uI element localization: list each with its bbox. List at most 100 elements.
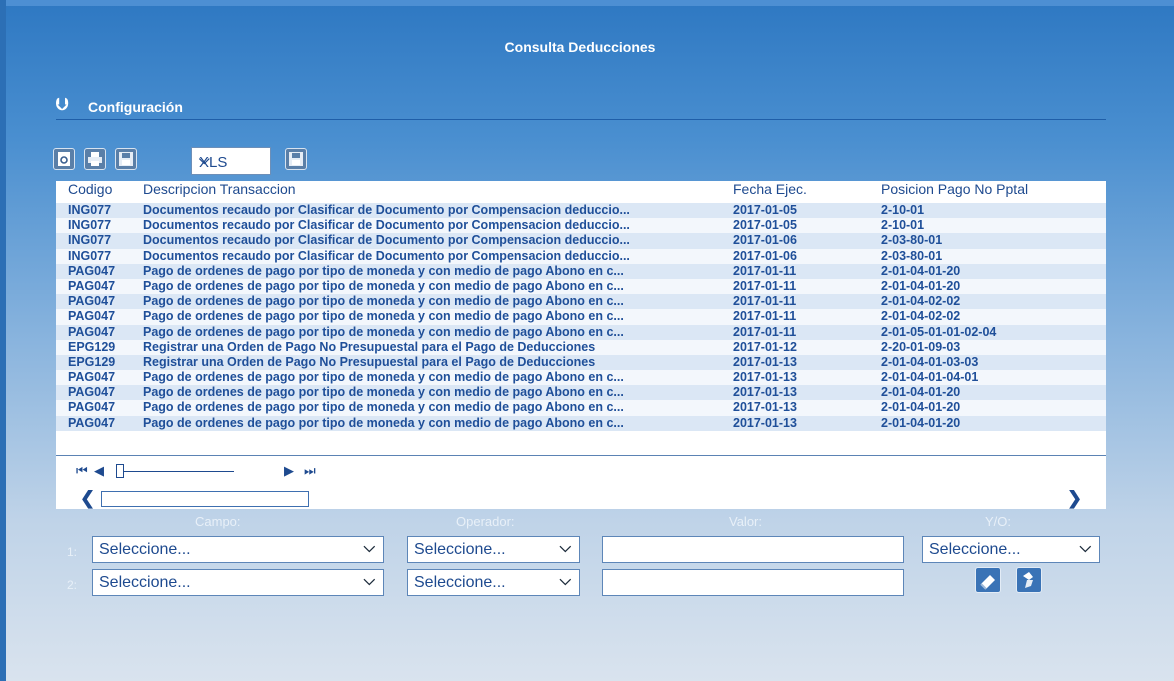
filter-1-valor-input[interactable]	[602, 536, 904, 563]
cell-posicion: 2-01-04-01-20	[881, 263, 961, 278]
first-page-icon[interactable]: ⏮	[76, 463, 88, 479]
cell-codigo: ING077	[68, 233, 112, 248]
scrollbar-thumb[interactable]	[101, 491, 309, 507]
page-slider-thumb[interactable]	[116, 464, 124, 478]
cell-descripcion: Pago de ordenes de pago por tipo de mone…	[143, 400, 624, 415]
cell-codigo: EPG129	[68, 339, 116, 354]
table-row[interactable]: ING077 Documentos recaudo por Clasificar …	[56, 218, 1106, 234]
cell-fecha: 2017-01-05	[733, 203, 797, 217]
clear-filter-button[interactable]	[975, 567, 1001, 593]
scroll-left-icon[interactable]: ❮	[80, 488, 95, 509]
cell-codigo: PAG047	[68, 263, 116, 278]
horizontal-scrollbar[interactable]: ❮ ❯	[56, 488, 1106, 509]
table-row[interactable]: EPG129 Registrar una Orden de Pago No Pre…	[56, 339, 1106, 355]
filter-1-campo-select[interactable]: Seleccione... ⌵	[92, 536, 384, 563]
cell-fecha: 2017-01-11	[733, 263, 797, 278]
cell-posicion: 2-10-01	[881, 203, 925, 217]
save-icon	[119, 152, 133, 166]
window-top-border	[0, 0, 1174, 6]
table-row[interactable]: PAG047 Pago de ordenes de pago por tipo d…	[56, 370, 1106, 386]
table-row[interactable]: PAG047 Pago de ordenes de pago por tipo d…	[56, 415, 1106, 431]
cell-fecha: 2017-01-11	[733, 324, 797, 339]
cell-fecha: 2017-01-13	[733, 400, 797, 415]
clear-icon	[980, 575, 995, 590]
cell-posicion: 2-03-80-01	[881, 233, 943, 248]
cell-codigo: ING077	[68, 248, 112, 263]
print-button[interactable]	[84, 148, 106, 170]
table-row[interactable]: PAG047 Pago de ordenes de pago por tipo d…	[56, 385, 1106, 401]
cell-fecha: 2017-01-13	[733, 354, 797, 369]
refresh-icon	[58, 152, 70, 166]
scroll-right-icon[interactable]: ❯	[1067, 488, 1082, 509]
table-row[interactable]: PAG047 Pago de ordenes de pago por tipo d…	[56, 278, 1106, 295]
chevron-down-icon: ⌵	[199, 151, 210, 167]
next-page-icon[interactable]: ▶	[284, 463, 294, 479]
table-row[interactable]: EPG129 Registrar una Orden de Pago No Pre…	[56, 354, 1106, 371]
cell-fecha: 2017-01-06	[733, 233, 797, 248]
cell-fecha: 2017-01-06	[733, 248, 797, 263]
table-row[interactable]: PAG047 Pago de ordenes de pago por tipo d…	[56, 400, 1106, 416]
chevron-down-icon: ⌵	[559, 572, 571, 589]
cell-descripcion: Registrar una Orden de Pago No Presupues…	[143, 354, 596, 369]
filter-header-campo: Campo:	[195, 514, 241, 529]
table-row[interactable]: PAG047 Pago de ordenes de pago por tipo d…	[56, 294, 1106, 310]
filter-2-operador-select[interactable]: Seleccione... ⌵	[407, 569, 580, 596]
table-row[interactable]: PAG047 Pago de ordenes de pago por tipo d…	[56, 324, 1106, 340]
double-chevron-down-icon[interactable]: ⮋	[56, 95, 69, 115]
filter-2-valor-input[interactable]	[602, 569, 904, 596]
cell-descripcion: Documentos recaudo por Clasificar de Doc…	[143, 248, 630, 263]
select-value: Seleccione...	[414, 574, 506, 591]
configuration-label: Configuración	[88, 99, 183, 115]
column-header-descripcion[interactable]: Descripcion Transaccion	[143, 181, 733, 197]
export-button[interactable]	[285, 148, 307, 170]
cell-codigo: PAG047	[68, 278, 116, 293]
save-button[interactable]	[115, 148, 137, 170]
table-row[interactable]: ING077 Documentos recaudo por Clasificar …	[56, 248, 1106, 264]
last-page-icon[interactable]: ⏭	[304, 463, 316, 479]
table-row[interactable]: ING077 Documentos recaudo por Clasificar …	[56, 233, 1106, 249]
table-row[interactable]: PAG047 Pago de ordenes de pago por tipo d…	[56, 263, 1106, 279]
cell-posicion: 2-01-04-01-20	[881, 415, 961, 430]
refresh-button[interactable]	[53, 148, 75, 170]
configuration-section-header[interactable]: ⮋ Configuración	[56, 95, 1106, 120]
cell-descripcion: Documentos recaudo por Clasificar de Doc…	[143, 233, 630, 248]
cell-fecha: 2017-01-13	[733, 385, 797, 400]
filter-header-operador: Operador:	[456, 514, 515, 529]
filter-1-operador-select[interactable]: Seleccione... ⌵	[407, 536, 580, 563]
cell-posicion: 2-01-04-01-20	[881, 385, 961, 400]
results-grid: Codigo Descripcion Transaccion Fecha Eje…	[56, 181, 1106, 490]
select-value: Seleccione...	[414, 541, 506, 558]
print-icon	[88, 152, 102, 166]
grid-header: Codigo Descripcion Transaccion Fecha Eje…	[56, 181, 1106, 201]
table-row[interactable]: PAG047 Pago de ordenes de pago por tipo d…	[56, 309, 1106, 325]
filter-header-valor: Valor:	[729, 514, 762, 529]
filter-2-campo-select[interactable]: Seleccione... ⌵	[92, 569, 384, 596]
cell-codigo: EPG129	[68, 354, 116, 369]
page-slider-track[interactable]	[116, 471, 234, 472]
cell-posicion: 2-10-01	[881, 218, 925, 233]
table-row[interactable]: ING077 Documentos recaudo por Clasificar …	[56, 203, 1106, 219]
grid-pager: ⏮ ◀ ▶ ⏭	[76, 463, 336, 479]
column-header-fecha[interactable]: Fecha Ejec.	[733, 181, 873, 197]
cell-codigo: PAG047	[68, 400, 116, 415]
cell-posicion: 2-01-04-02-02	[881, 309, 961, 324]
cell-fecha: 2017-01-12	[733, 339, 797, 354]
column-header-posicion[interactable]: Posicion Pago No Pptal	[881, 181, 1106, 197]
export-icon	[289, 152, 303, 166]
cell-posicion: 2-01-04-01-20	[881, 400, 961, 415]
chevron-down-icon: ⌵	[559, 539, 571, 556]
cell-descripcion: Documentos recaudo por Clasificar de Doc…	[143, 218, 630, 233]
cell-descripcion: Documentos recaudo por Clasificar de Doc…	[143, 203, 630, 217]
apply-filter-button[interactable]	[1016, 567, 1042, 593]
cell-fecha: 2017-01-11	[733, 278, 797, 293]
cell-descripcion: Pago de ordenes de pago por tipo de mone…	[143, 385, 624, 400]
filter-1-yo-select[interactable]: Seleccione... ⌵	[922, 536, 1100, 563]
chevron-down-icon: ⌵	[363, 539, 375, 556]
grid-divider	[56, 455, 1106, 456]
column-header-codigo[interactable]: Codigo	[68, 181, 140, 197]
cell-codigo: PAG047	[68, 385, 116, 400]
export-format-select[interactable]: XLS ⌵	[191, 147, 271, 175]
prev-page-icon[interactable]: ◀	[94, 463, 104, 479]
select-value: Seleccione...	[929, 541, 1021, 558]
filter-row-1-number: 1:	[67, 545, 78, 559]
